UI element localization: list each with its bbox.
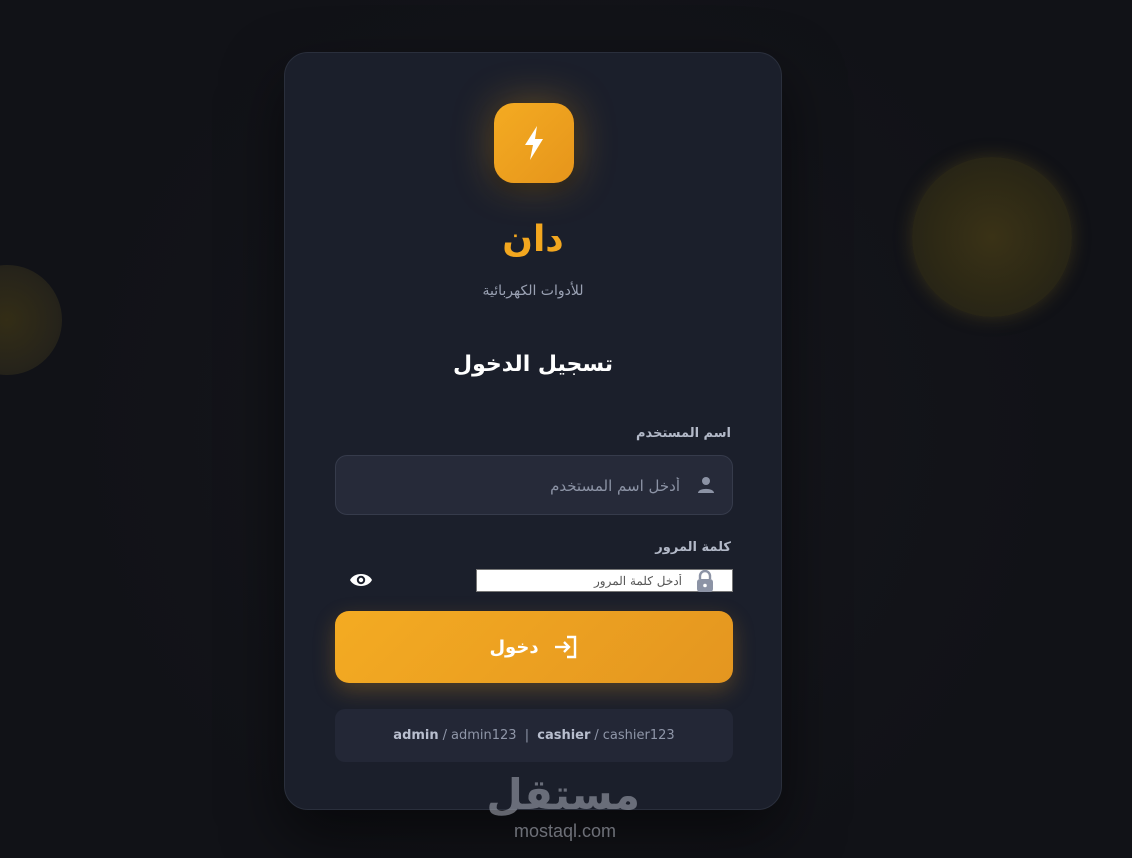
cashier-password: cashier123	[602, 728, 675, 743]
demo-credentials: admin / admin123 | cashier / cashier123	[335, 709, 733, 762]
admin-username: admin	[393, 728, 439, 743]
login-button-label: دخول	[489, 636, 539, 658]
watermark-latin: mostaql.com	[513, 821, 617, 841]
brand-logo	[494, 103, 574, 183]
login-icon	[554, 635, 576, 659]
watermark-arabic: مستقل	[486, 770, 640, 819]
password-input[interactable]	[482, 570, 682, 591]
page-title: تسجيل الدخول	[452, 352, 614, 377]
decorative-orb-right	[912, 157, 1072, 317]
username-field[interactable]	[335, 455, 733, 516]
separator: /	[594, 728, 599, 743]
login-button[interactable]: دخول	[335, 611, 733, 683]
decorative-orb-left	[0, 265, 62, 375]
watermark: مستقل mostaql.com	[486, 770, 640, 850]
brand-name: دان	[502, 219, 564, 260]
admin-password: admin123	[451, 728, 517, 743]
username-label: اسم المستخدم	[636, 426, 731, 441]
login-card: دان للأدوات الكهربائية تسجيل الدخول اسم …	[284, 52, 782, 810]
username-input[interactable]	[378, 456, 682, 516]
password-label: كلمة المرور	[655, 540, 731, 555]
cashier-username: cashier	[537, 728, 591, 743]
divider: |	[520, 728, 534, 743]
brand-tagline: للأدوات الكهربائية	[482, 283, 584, 299]
lightning-icon	[525, 126, 543, 160]
separator: /	[442, 728, 448, 743]
user-icon	[698, 477, 714, 493]
eye-icon[interactable]	[349, 571, 373, 589]
lock-icon	[697, 570, 713, 592]
page-background: دان للأدوات الكهربائية تسجيل الدخول اسم …	[0, 0, 1132, 858]
